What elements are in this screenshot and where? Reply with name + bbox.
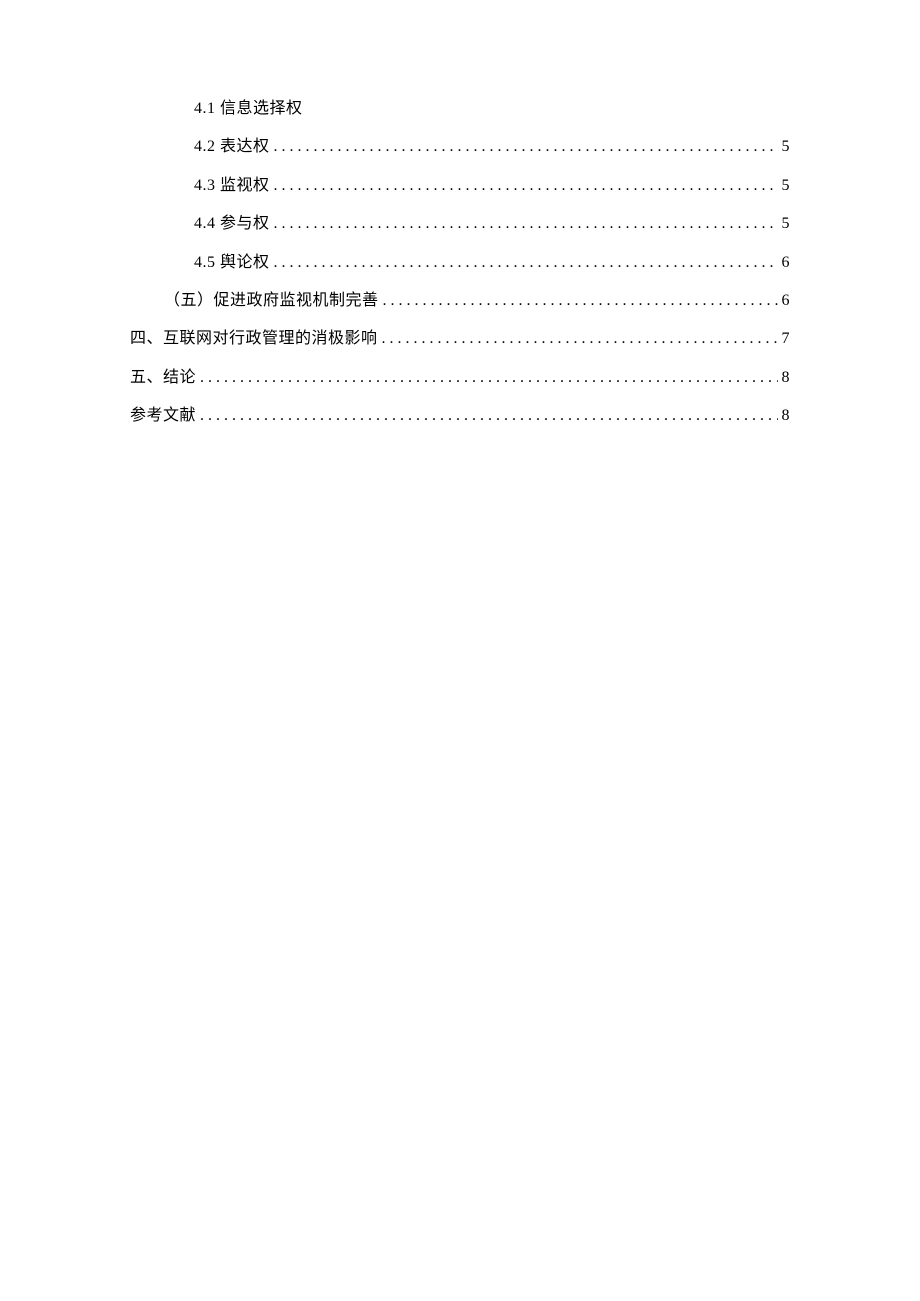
toc-entry-page: 5 [782,205,791,243]
toc-dot-leader [382,320,778,358]
toc-dot-leader [274,167,778,205]
toc-entry: 4.2 表达权 5 [130,128,790,166]
toc-entry: （五）促进政府监视机制完善 6 [130,282,790,320]
toc-dot-leader [200,359,777,397]
toc-entry-page: 5 [782,167,791,205]
toc-entry: 四、互联网对行政管理的消极影响 7 [130,320,790,358]
toc-dot-leader [200,397,777,435]
toc-entry: 4.4 参与权 5 [130,205,790,243]
toc-entry: 参考文献 8 [130,397,790,435]
toc-entry: 五、结论 8 [130,359,790,397]
toc-entry-label: 4.2 表达权 [194,128,270,166]
toc-entry-label: 4.3 监视权 [194,167,270,205]
document-page: 4.1 信息选择权4.2 表达权54.3 监视权54.4 参与权54.5 舆论权… [0,0,920,1301]
toc-entry-label: 4.1 信息选择权 [194,90,303,128]
toc-entry-page: 5 [782,128,791,166]
toc-entry-page: 6 [782,282,791,320]
toc-entry-label: 五、结论 [130,359,196,397]
toc-dot-leader [383,282,778,320]
toc-entry-label: 4.5 舆论权 [194,244,270,282]
toc-entry: 4.1 信息选择权 [130,90,790,128]
toc-entry-label: 参考文献 [130,397,196,435]
toc-entry-page: 7 [782,320,791,358]
table-of-contents: 4.1 信息选择权4.2 表达权54.3 监视权54.4 参与权54.5 舆论权… [130,90,790,436]
toc-entry-page: 8 [782,397,791,435]
toc-entry: 4.5 舆论权 6 [130,244,790,282]
toc-entry-label: 4.4 参与权 [194,205,270,243]
toc-entry-label: 四、互联网对行政管理的消极影响 [130,320,378,358]
toc-dot-leader [274,128,778,166]
toc-entry-page: 6 [782,244,791,282]
toc-entry-page: 8 [782,359,791,397]
toc-entry-label: （五）促进政府监视机制完善 [164,282,379,320]
toc-dot-leader [274,244,778,282]
toc-entry: 4.3 监视权 5 [130,167,790,205]
toc-dot-leader [274,205,778,243]
